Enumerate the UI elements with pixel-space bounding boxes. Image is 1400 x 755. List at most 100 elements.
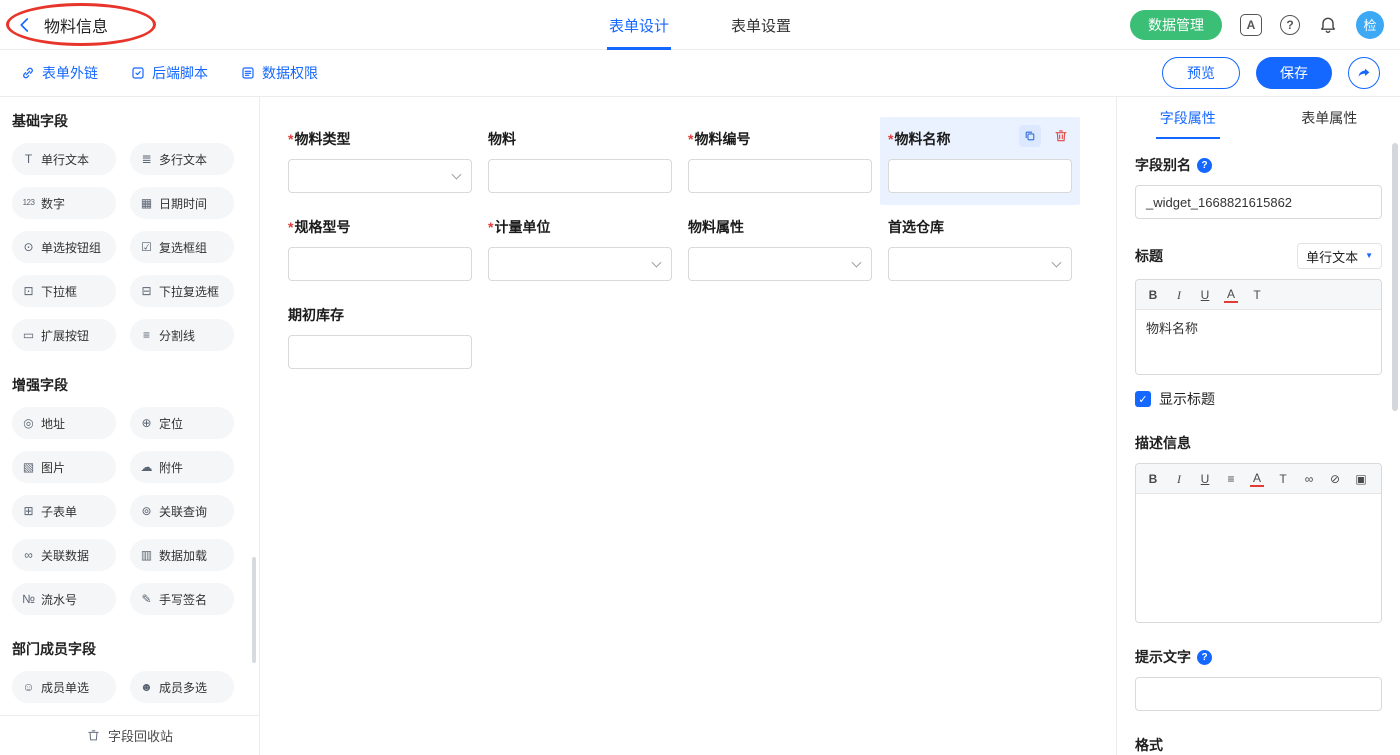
field-label-text: 规格型号 — [294, 219, 350, 235]
font-color-icon[interactable]: A — [1250, 471, 1264, 487]
title-editor-content[interactable]: 物料名称 — [1136, 310, 1381, 374]
palette-item-subform[interactable]: ⊞子表单 — [12, 495, 116, 527]
data-permission-button[interactable]: 数据权限 — [240, 63, 318, 83]
palette-item-linked-query[interactable]: ⊚关联查询 — [130, 495, 234, 527]
palette-item-attachment[interactable]: ☁附件 — [130, 451, 234, 483]
palette-item-multi-line-text[interactable]: ≣多行文本 — [130, 143, 234, 175]
avatar[interactable]: 检 — [1356, 11, 1384, 39]
palette-item-number[interactable]: 123数字 — [12, 187, 116, 219]
palette-item-checkbox-group[interactable]: ☑复选框组 — [130, 231, 234, 263]
translate-icon[interactable]: A — [1240, 14, 1262, 36]
field-select[interactable] — [488, 247, 672, 281]
font-color-icon[interactable]: A — [1224, 287, 1238, 303]
bell-icon[interactable] — [1318, 15, 1338, 35]
field-label-text: 期初库存 — [288, 307, 344, 323]
palette-item-member-single[interactable]: ☺成员单选 — [12, 671, 116, 703]
help-icon[interactable]: ? — [1280, 15, 1300, 35]
field-input[interactable] — [488, 159, 672, 193]
canvas-field-material-name[interactable]: *物料名称 — [880, 117, 1080, 205]
tab-form-properties[interactable]: 表单属性 — [1259, 97, 1400, 139]
palette-item-address[interactable]: ◎地址 — [12, 407, 116, 439]
tab-form-settings[interactable]: 表单设置 — [729, 0, 793, 50]
show-title-label: 显示标题 — [1159, 389, 1215, 409]
palette-item-radio-group[interactable]: ⊙单选按钮组 — [12, 231, 116, 263]
palette-item-extend-button[interactable]: ▭扩展按钮 — [12, 319, 116, 351]
hint-help-icon[interactable]: ? — [1197, 650, 1212, 665]
backend-script-button[interactable]: 后端脚本 — [130, 63, 208, 83]
palette-grid: T单行文本 ≣多行文本 123数字 ▦日期时间 ⊙单选按钮组 ☑复选框组 ⊡下拉框 ⊟下拉复选… — [12, 143, 247, 351]
font-size-icon[interactable]: T — [1276, 472, 1290, 486]
palette-item-serial-number[interactable]: №流水号 — [12, 583, 116, 615]
palette-item-signature[interactable]: ✎手写签名 — [130, 583, 234, 615]
back-button[interactable] — [16, 16, 34, 34]
palette-item-multi-select[interactable]: ⊟下拉复选框 — [130, 275, 234, 307]
palette-item-data-load[interactable]: ▥数据加载 — [130, 539, 234, 571]
description-editor-content[interactable] — [1136, 494, 1381, 622]
share-button[interactable] — [1348, 57, 1380, 89]
italic-icon[interactable]: I — [1172, 472, 1186, 486]
palette-item-single-line-text[interactable]: T单行文本 — [12, 143, 116, 175]
field-tools — [1019, 125, 1072, 147]
properties-scrollbar-thumb[interactable] — [1392, 143, 1398, 411]
toolbar-links: 表单外链 后端脚本 数据权限 — [20, 63, 318, 83]
data-manage-button[interactable]: 数据管理 — [1130, 10, 1222, 40]
recycle-bin-icon — [86, 728, 101, 743]
canvas-field-unit[interactable]: *计量单位 — [480, 205, 680, 293]
attachment-icon: ☁ — [139, 461, 154, 473]
palette-item-divider[interactable]: ≡分割线 — [130, 319, 234, 351]
palette-item-label: 下拉复选框 — [159, 283, 219, 300]
delete-field-button[interactable] — [1050, 125, 1072, 147]
field-alias-help-icon[interactable]: ? — [1197, 158, 1212, 173]
tab-field-properties[interactable]: 字段属性 — [1117, 97, 1259, 139]
extend-button-icon: ▭ — [21, 329, 36, 341]
bold-icon[interactable]: B — [1146, 472, 1160, 486]
palette-item-member-multi[interactable]: ☻成员多选 — [130, 671, 234, 703]
canvas-field-material-attr[interactable]: 物料属性 — [680, 205, 880, 293]
title-type-select[interactable]: 单行文本 ▼ — [1297, 243, 1382, 269]
preview-button[interactable]: 预览 — [1162, 57, 1240, 89]
palette-item-label: 定位 — [159, 415, 183, 432]
font-size-icon[interactable]: T — [1250, 288, 1264, 302]
italic-icon[interactable]: I — [1172, 288, 1186, 302]
palette-scrollbar-thumb[interactable] — [252, 557, 256, 663]
form-external-link-button[interactable]: 表单外链 — [20, 63, 98, 83]
canvas-field-preferred-warehouse[interactable]: 首选仓库 — [880, 205, 1080, 293]
underline-icon[interactable]: U — [1198, 288, 1212, 302]
field-input[interactable] — [288, 335, 472, 369]
field-input[interactable] — [288, 247, 472, 281]
field-input[interactable] — [688, 159, 872, 193]
insert-link-icon[interactable]: ∞ — [1302, 472, 1316, 486]
field-input[interactable] — [888, 159, 1072, 193]
insert-image-icon[interactable]: ▣ — [1354, 472, 1368, 486]
underline-icon[interactable]: U — [1198, 472, 1212, 486]
palette-item-datetime[interactable]: ▦日期时间 — [130, 187, 234, 219]
copy-field-button[interactable] — [1019, 125, 1041, 147]
divider-icon: ≡ — [139, 329, 154, 341]
app-root: 物料信息 表单设计 表单设置 数据管理 A ? 检 表单外链 后端脚本 — [0, 0, 1400, 755]
subform-icon: ⊞ — [21, 505, 36, 517]
palette-item-location[interactable]: ⊕定位 — [130, 407, 234, 439]
field-label-text: 物料类型 — [294, 131, 350, 147]
share-icon — [1356, 65, 1372, 81]
field-recycle-bin[interactable]: 字段回收站 — [0, 715, 259, 755]
hint-input[interactable] — [1135, 677, 1382, 711]
palette-item-image[interactable]: ▧图片 — [12, 451, 116, 483]
field-select[interactable] — [288, 159, 472, 193]
canvas-field-opening-stock[interactable]: 期初库存 — [280, 293, 480, 381]
header-left: 物料信息 — [16, 13, 108, 37]
canvas-field-material-code[interactable]: *物料编号 — [680, 117, 880, 205]
field-select[interactable] — [888, 247, 1072, 281]
field-alias-input[interactable]: _widget_1668821615862 — [1135, 185, 1382, 219]
palette-item-select[interactable]: ⊡下拉框 — [12, 275, 116, 307]
palette-item-linked-data[interactable]: ∞关联数据 — [12, 539, 116, 571]
align-icon[interactable]: ≡ — [1224, 472, 1238, 486]
remove-link-icon[interactable]: ⊘ — [1328, 472, 1342, 486]
save-button[interactable]: 保存 — [1256, 57, 1332, 89]
canvas-field-spec-model[interactable]: *规格型号 — [280, 205, 480, 293]
tab-form-design[interactable]: 表单设计 — [607, 0, 671, 50]
field-select[interactable] — [688, 247, 872, 281]
canvas-field-material-type[interactable]: *物料类型 — [280, 117, 480, 205]
canvas-field-material[interactable]: 物料 — [480, 117, 680, 205]
bold-icon[interactable]: B — [1146, 288, 1160, 302]
show-title-checkbox[interactable]: ✓ 显示标题 — [1135, 389, 1382, 409]
